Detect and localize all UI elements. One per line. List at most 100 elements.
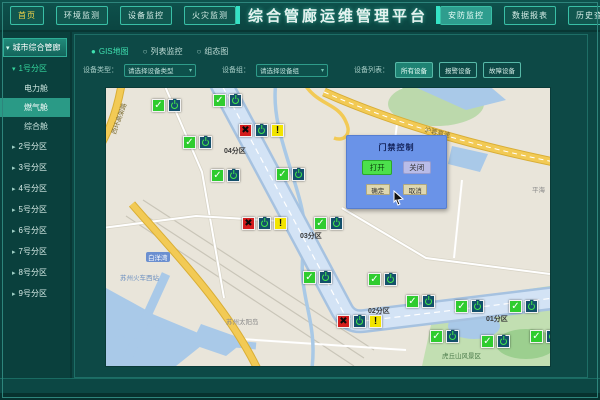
chevron-down-icon: ▾ [321, 67, 324, 74]
device-ok-marker[interactable]: ✓ [211, 169, 240, 182]
sidebar-item-zone[interactable]: ▸8号分区 [0, 262, 70, 283]
app-window: 首页环境监测设备监控火灾监测 综合管廊运维管理平台 安防监控数据报表历史查询用户… [0, 0, 600, 400]
door-open-button[interactable]: 打开 [362, 160, 392, 175]
device-ok-marker[interactable]: ✓ [303, 271, 332, 284]
chevron-right-icon: ▸ [12, 290, 16, 298]
radio-icon: ○ [143, 47, 148, 56]
device-list-button[interactable]: 所有设备 [395, 62, 433, 78]
power-icon [353, 315, 366, 328]
title-decor-bar-left [236, 6, 240, 24]
device-ok-marker[interactable]: ✓ [213, 94, 242, 107]
nav-button[interactable]: 设备监控 [120, 6, 172, 25]
device-ok-marker[interactable]: ✓ [481, 335, 510, 348]
sidebar-item-zone1[interactable]: ▾ 1号分区 [0, 57, 70, 79]
device-alarm-marker[interactable]: ✖! [239, 124, 284, 137]
sidebar-item-zone[interactable]: ▸9号分区 [0, 283, 70, 304]
device-ok-marker[interactable]: ✓ [509, 300, 538, 313]
device-list-button[interactable]: 报警设备 [439, 62, 477, 78]
nav-button[interactable]: 环境监测 [56, 6, 108, 25]
sidebar-item-zone[interactable]: ▸6号分区 [0, 220, 70, 241]
check-icon: ✓ [303, 271, 316, 284]
power-icon [525, 300, 538, 313]
device-ok-marker[interactable]: ✓ [276, 168, 305, 181]
radio-icon: ● [91, 47, 96, 56]
chevron-down-icon: ▾ [189, 67, 192, 74]
nav-right-group: 安防监控数据报表历史查询用户管理 [440, 6, 600, 25]
check-icon: ✓ [481, 335, 494, 348]
view-mode-radio[interactable]: ○组态图 [196, 46, 228, 57]
check-icon: ✓ [211, 169, 224, 182]
sidebar-item-zone[interactable]: ▸3号分区 [0, 157, 70, 178]
power-icon [319, 271, 332, 284]
device-ok-marker[interactable]: ✓ [368, 273, 397, 286]
device-list-button[interactable]: 故障设备 [483, 62, 521, 78]
modal-title: 门禁控制 [347, 142, 446, 153]
nav-button[interactable]: 火灾监测 [184, 6, 236, 25]
nav-button[interactable]: 数据报表 [504, 6, 556, 25]
sidebar-item-cabin[interactable]: 综合舱 [0, 117, 70, 136]
power-icon [546, 330, 550, 343]
app-body: ▾ 城市综合管廊 ▾ 1号分区 电力舱燃气舱综合舱 ▸2号分区▸3号分区▸4号分… [0, 32, 600, 378]
warning-icon: ! [271, 124, 284, 137]
device-ok-marker[interactable]: ✓ [455, 300, 484, 313]
device-ok-marker[interactable]: ✓ [152, 99, 181, 112]
device-ok-marker[interactable]: ✓ [314, 217, 343, 230]
radio-icon: ○ [196, 47, 201, 56]
sidebar-item-zone[interactable]: ▸7号分区 [0, 241, 70, 262]
check-icon: ✓ [530, 330, 543, 343]
sidebar-item-cabin[interactable]: 燃气舱 [0, 98, 70, 117]
sidebar-item-cabin[interactable]: 电力舱 [0, 79, 70, 98]
modal-cancel-button[interactable]: 取消 [403, 184, 427, 195]
nav-left-group: 首页环境监测设备监控火灾监测 [10, 6, 236, 25]
section-label: 03分区 [300, 231, 322, 241]
power-icon [330, 217, 343, 230]
sidebar-root-node[interactable]: ▾ 城市综合管廊 [3, 38, 67, 57]
modal-ok-button[interactable]: 确定 [366, 184, 390, 195]
chevron-right-icon: ▸ [12, 164, 16, 172]
power-icon [497, 335, 510, 348]
device-alarm-marker[interactable]: ✖! [337, 315, 382, 328]
view-mode-radio[interactable]: ●GIS地图 [91, 46, 129, 57]
device-list-buttons: 所有设备报警设备故障设备 [395, 62, 521, 78]
door-close-button[interactable]: 关闭 [403, 161, 431, 174]
device-ok-marker[interactable]: ✓ [530, 330, 550, 343]
place-label: 虎丘山风景区 [442, 350, 481, 360]
device-alarm-marker[interactable]: ✖! [242, 217, 287, 230]
power-icon [255, 124, 268, 137]
chevron-down-icon: ▾ [12, 65, 16, 73]
alarm-x-icon: ✖ [337, 315, 350, 328]
view-mode-radios: ●GIS地图 ○列表监控 ○组态图 [75, 43, 587, 59]
zone-list: ▸2号分区▸3号分区▸4号分区▸5号分区▸6号分区▸7号分区▸8号分区▸9号分区 [0, 136, 70, 304]
device-ok-marker[interactable]: ✓ [406, 295, 435, 308]
sidebar-item-zone[interactable]: ▸4号分区 [0, 178, 70, 199]
device-ok-marker[interactable]: ✓ [183, 136, 212, 149]
device-list-label: 设备列表： [354, 65, 389, 75]
warning-icon: ! [274, 217, 287, 230]
nav-button[interactable]: 历史查询 [568, 6, 600, 25]
place-label: 苏州太阳岛 [226, 316, 259, 326]
main-panel: ●GIS地图○列表监控○组态图 设备类型： 请选择设备类型 ▾ 设备组： 请选择… [74, 34, 588, 378]
sidebar-item-zone[interactable]: ▸5号分区 [0, 199, 70, 220]
section-label: 04分区 [224, 146, 246, 156]
device-group-value: 请选择设备组 [260, 65, 299, 75]
nav-button[interactable]: 首页 [10, 6, 44, 25]
power-icon [292, 168, 305, 181]
view-mode-radio[interactable]: ○列表监控 [143, 46, 183, 57]
map-view[interactable]: 04分区03分区02分区01分区西环高架路沪蓉高速联城站平海白洋湾苏州火车西站苏… [106, 88, 550, 366]
power-icon [229, 94, 242, 107]
place-label: 苏州火车西站 [120, 272, 159, 282]
device-type-select[interactable]: 请选择设备类型 ▾ [124, 64, 196, 77]
power-icon [384, 273, 397, 286]
check-icon: ✓ [406, 295, 419, 308]
app-title-wrap: 综合管廊运维管理平台 [236, 5, 440, 26]
device-ok-marker[interactable]: ✓ [430, 330, 459, 343]
device-group-select[interactable]: 请选择设备组 ▾ [256, 64, 328, 77]
nav-button[interactable]: 安防监控 [440, 6, 492, 25]
sidebar-root-label: 城市综合管廊 [13, 42, 61, 53]
alarm-x-icon: ✖ [239, 124, 252, 137]
sidebar-item-zone[interactable]: ▸2号分区 [0, 136, 70, 157]
chevron-right-icon: ▸ [12, 227, 16, 235]
power-icon [258, 217, 271, 230]
place-label: 白洋湾 [146, 252, 170, 262]
check-icon: ✓ [213, 94, 226, 107]
